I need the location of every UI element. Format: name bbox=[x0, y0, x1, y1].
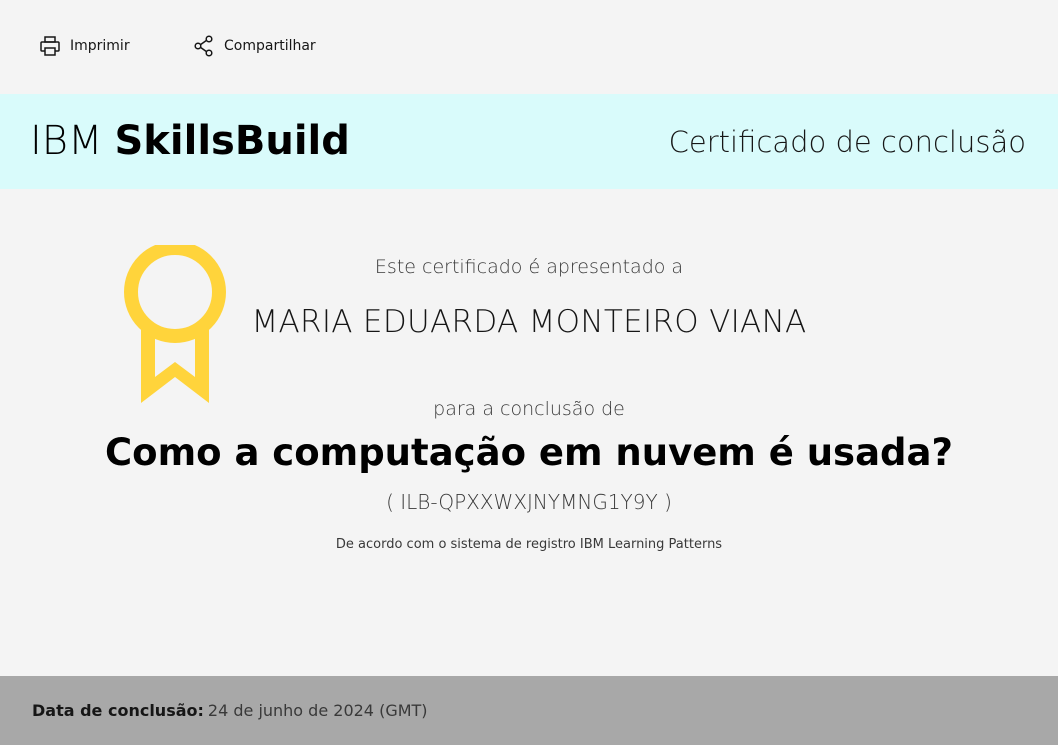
toolbar: Imprimir Compartilhar bbox=[0, 0, 1058, 94]
share-button[interactable]: Compartilhar bbox=[192, 34, 316, 58]
presented-to-text: Este certificado é apresentado a bbox=[374, 256, 684, 278]
brand-skillsbuild: SkillsBuild bbox=[114, 118, 350, 164]
course-id: ( ILB-QPXXWXJNYMNG1Y9Y ) bbox=[386, 490, 672, 514]
completion-date-label: Data de conclusão: bbox=[32, 701, 204, 720]
printer-icon bbox=[38, 34, 62, 58]
completion-date-value: 24 de junho de 2024 (GMT) bbox=[207, 701, 428, 720]
brand-ibm: IBM bbox=[30, 118, 103, 164]
completion-date: Data de conclusão: 24 de junho de 2024 (G… bbox=[32, 701, 428, 720]
certificate-header: IBM SkillsBuild Certificado de conclusão bbox=[0, 94, 1058, 189]
registry-note: De acordo com o sistema de registro IBM … bbox=[335, 537, 723, 552]
print-button[interactable]: Imprimir bbox=[38, 34, 130, 58]
course-title: Como a computação em nuvem é usada? bbox=[105, 431, 953, 474]
share-label: Compartilhar bbox=[224, 38, 316, 54]
print-label: Imprimir bbox=[70, 38, 130, 54]
completion-of-text: para a conclusão de bbox=[433, 398, 625, 420]
brand-logo: IBM SkillsBuild bbox=[30, 117, 350, 165]
certificate-footer: Data de conclusão: 24 de junho de 2024 (G… bbox=[0, 676, 1058, 745]
certificate-type-title: Certificado de conclusão bbox=[668, 125, 1026, 159]
share-icon bbox=[192, 34, 216, 58]
recipient-name: MARIA EDUARDA MONTEIRO VIANA bbox=[251, 304, 807, 340]
